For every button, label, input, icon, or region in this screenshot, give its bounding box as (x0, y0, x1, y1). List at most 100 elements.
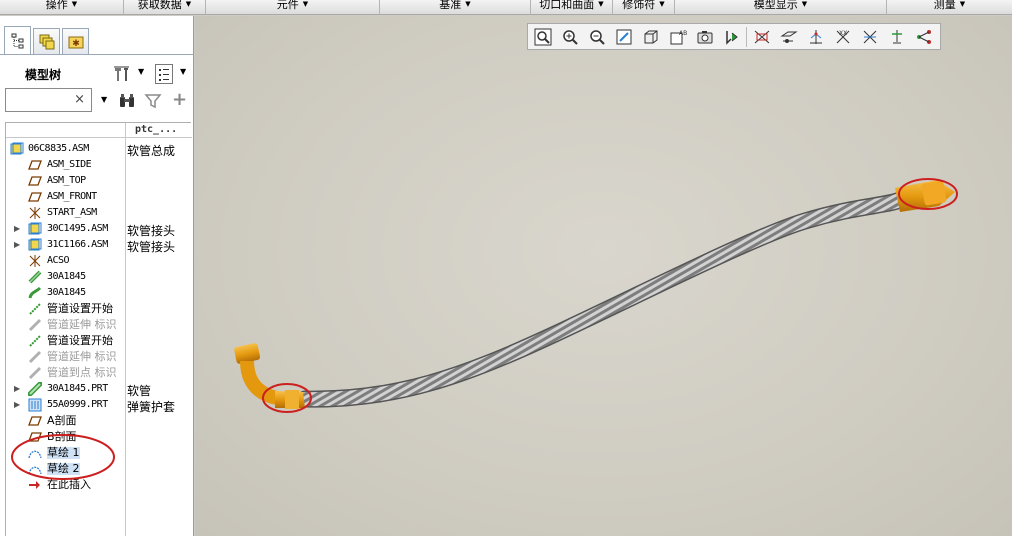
pipe-extend-icon (28, 366, 42, 380)
datum-plane-icon (28, 158, 42, 172)
tree-row-label-cell: 30A1845 (6, 269, 125, 285)
tree-row[interactable]: ▶ 55A0999.PRT 弹簧护套 (6, 397, 192, 414)
chevron-down-icon: ▼ (465, 0, 471, 8)
tree-row[interactable]: ASM_TOP (6, 173, 192, 189)
tree-row[interactable]: A剖面 (6, 413, 192, 429)
ribbon-group-get-data[interactable]: 获取数据 ▼ (124, 0, 206, 15)
tree-row-label: 30A1845 (47, 287, 86, 298)
tree-row-label: 30A1845 (47, 271, 86, 282)
tree-row-label: A剖面 (47, 414, 77, 427)
chevron-down-icon: ▼ (801, 0, 808, 8)
spring-guard (296, 191, 909, 408)
tree-row-label-cell: ▶ 30C1495.ASM (6, 221, 125, 237)
highlight-sketch-items (11, 434, 115, 480)
tree-row[interactable]: ▶ 31C1166.ASM 软管接头 (6, 237, 192, 254)
show-options-icon[interactable] (155, 64, 173, 84)
ribbon-group-measure[interactable]: 测量 ▼ (887, 0, 1012, 15)
tree-row[interactable]: START_ASM (6, 205, 192, 221)
spring-part-icon (28, 398, 42, 412)
binoculars-icon[interactable] (118, 93, 136, 109)
hose-icon (28, 270, 42, 284)
chevron-down-icon: ▼ (959, 0, 966, 8)
tree-row-label: 30A1845.PRT (47, 383, 108, 394)
pipe-extend-icon (28, 318, 42, 332)
search-dropdown-icon[interactable]: ▼ (101, 95, 107, 104)
layer-tree-tab[interactable] (33, 28, 60, 54)
expand-arrow-icon[interactable]: ▶ (14, 240, 20, 249)
navigator-tabs: ✱ (4, 26, 91, 54)
add-column-icon[interactable]: + (172, 89, 187, 110)
coord-system-icon (28, 254, 42, 268)
tree-row[interactable]: 管道设置开始 (6, 301, 192, 317)
ribbon-group-cuts-surfaces[interactable]: 切口和曲面 ▼ (531, 0, 613, 15)
model-tree-header: 模型树 ▼ ▼ (0, 60, 193, 86)
tree-row[interactable]: ASM_SIDE (6, 157, 192, 173)
ribbon-group-components[interactable]: 元件 ▼ (206, 0, 380, 15)
tree-row-label: START_ASM (47, 207, 97, 218)
clear-search-icon[interactable]: × (74, 92, 85, 107)
tree-row-label-cell: 管道延伸 标识 (6, 317, 125, 333)
show-dropdown-icon[interactable]: ▼ (180, 67, 186, 76)
tree-row-label-cell: 06C8835.ASM (6, 141, 125, 157)
svg-text:✱: ✱ (72, 39, 80, 49)
filter-icon[interactable] (144, 93, 162, 109)
model-tree-icon (11, 33, 23, 48)
ribbon-group-model-display[interactable]: 模型显示 ▼ (675, 0, 887, 15)
assembly-icon (10, 142, 24, 156)
chevron-down-icon: ▼ (185, 0, 192, 8)
chevron-down-icon: ▼ (659, 0, 665, 8)
pipe-start-icon (28, 334, 42, 348)
pipe-bend-icon (28, 286, 42, 300)
tree-row-label: ASM_FRONT (47, 191, 97, 202)
tree-search-input[interactable]: × (5, 88, 92, 112)
expand-arrow-icon[interactable]: ▶ (14, 384, 20, 393)
tree-row[interactable]: ASM_FRONT (6, 189, 192, 205)
tree-search-row: × ▼ + (0, 88, 193, 114)
section-icon (28, 414, 42, 428)
layers-icon (39, 34, 54, 49)
tree-row[interactable]: 30A1845 (6, 285, 192, 301)
model-tree-title: 模型树 (25, 68, 62, 82)
coord-system-icon (28, 206, 42, 220)
tree-row[interactable]: 管道延伸 标识 (6, 349, 192, 365)
tree-row-label-cell: ▶ 55A0999.PRT (6, 397, 125, 413)
tree-row-label-cell: 管道设置开始 (6, 333, 125, 349)
datum-plane-icon (28, 174, 42, 188)
folder-star-icon: ✱ (68, 36, 83, 49)
tree-row-label-cell: ACSO (6, 253, 125, 269)
tree-row[interactable]: 管道设置开始 (6, 333, 192, 349)
tree-row[interactable]: ▶ 30A1845.PRT 软管 (6, 381, 192, 398)
tree-row[interactable]: 30A1845 (6, 269, 192, 285)
chevron-down-icon: ▼ (71, 0, 78, 8)
tree-row-label: ACSO (47, 255, 70, 266)
tree-row-label: ASM_SIDE (47, 159, 92, 170)
tree-row-label: 管道设置开始 (47, 334, 113, 347)
column2-header[interactable]: ptc_... (135, 124, 177, 135)
spring-coils (298, 193, 907, 407)
graphics-window[interactable]: AB XX (195, 16, 1012, 536)
expand-arrow-icon[interactable]: ▶ (14, 400, 20, 409)
settings-dropdown-icon[interactable]: ▼ (138, 67, 144, 76)
tree-row-label: 管道延伸 标识 (47, 350, 117, 363)
tree-row[interactable]: ▶ 30C1495.ASM 软管接头 (6, 221, 192, 238)
tree-row[interactable]: 管道延伸 标识 (6, 317, 192, 333)
tree-row-label-cell: 管道设置开始 (6, 301, 125, 317)
hose-assembly-model[interactable] (195, 16, 1012, 536)
tree-row-label: 管道设置开始 (47, 302, 113, 315)
ribbon-group-operations[interactable]: 操作 ▼ (0, 0, 124, 15)
favorites-tab[interactable]: ✱ (62, 28, 89, 54)
model-tree-tab[interactable] (4, 26, 31, 54)
tree-row-label-cell: A剖面 (6, 413, 125, 429)
settings-tools-icon[interactable] (112, 64, 132, 84)
ribbon-group-datum[interactable]: 基准 ▼ (380, 0, 531, 15)
tree-row-label-cell: START_ASM (6, 205, 125, 221)
tree-row[interactable]: ACSO (6, 253, 192, 269)
expand-arrow-icon[interactable]: ▶ (14, 224, 20, 233)
tree-column-header: ptc_... (6, 123, 192, 536)
tree-row-label-cell: ASM_FRONT (6, 189, 125, 205)
ribbon-group-modifiers[interactable]: 修饰符 ▼ (613, 0, 675, 15)
datum-plane-icon (28, 190, 42, 204)
tree-row-label-cell: ASM_TOP (6, 173, 125, 189)
tree-row[interactable]: 管道到点 标识 (6, 365, 192, 381)
tree-row[interactable]: 06C8835.ASM 软管总成 (6, 141, 192, 158)
